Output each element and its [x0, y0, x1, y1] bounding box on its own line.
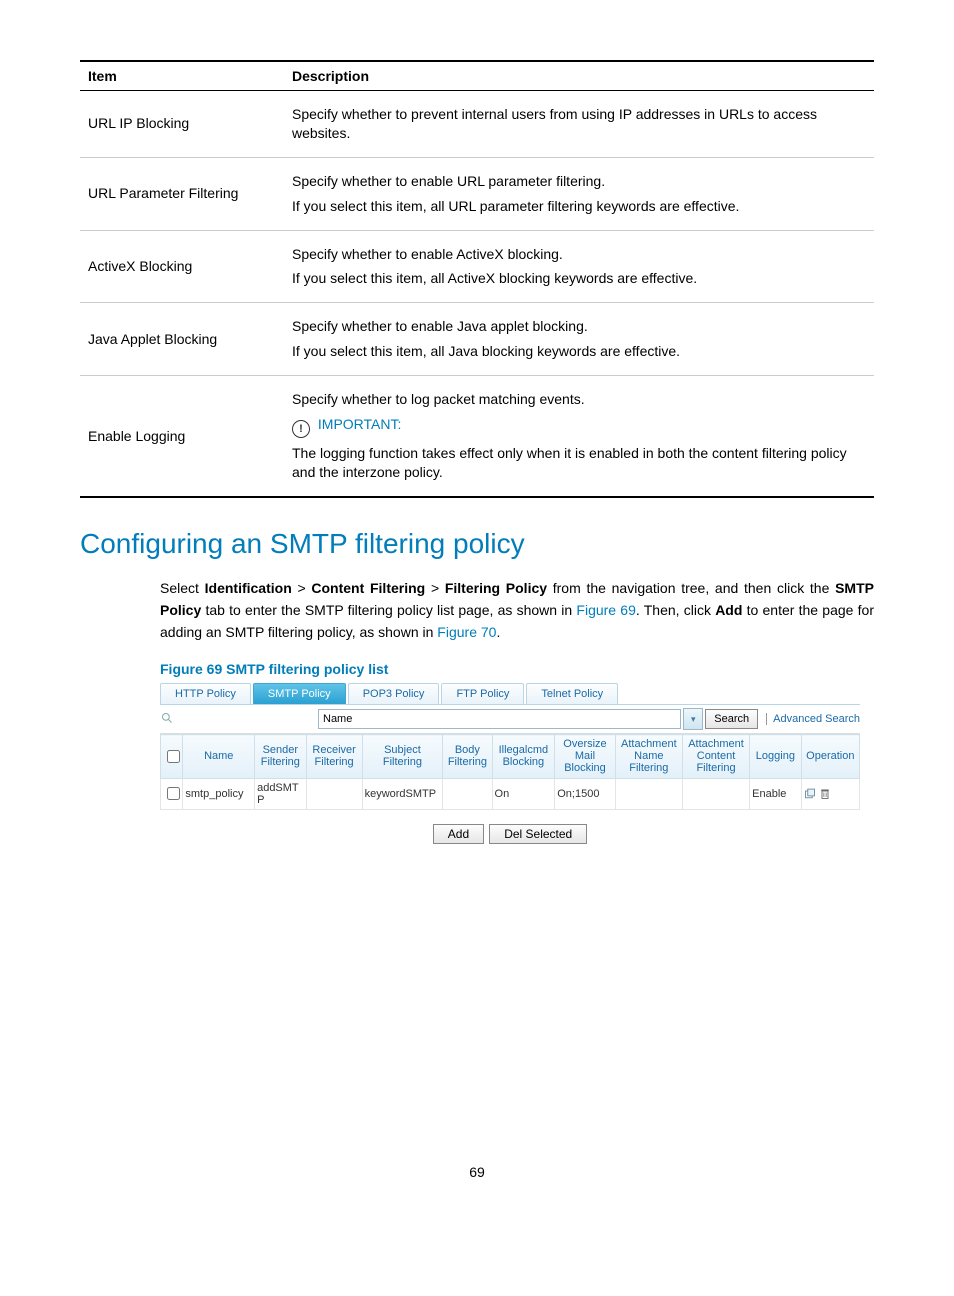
- table-desc-cell: Specify whether to enable URL parameter …: [284, 157, 874, 230]
- intro-paragraph: Select Identification > Content Filterin…: [80, 578, 874, 643]
- grid-header: Body Filtering: [443, 735, 492, 778]
- header-description: Description: [284, 61, 874, 91]
- search-button[interactable]: Search: [705, 709, 758, 729]
- table-item-cell: ActiveX Blocking: [80, 230, 284, 303]
- search-dropdown-icon[interactable]: ▾: [683, 708, 703, 730]
- figure-caption: Figure 69 SMTP filtering policy list: [160, 661, 874, 677]
- table-desc-cell: Specify whether to enable ActiveX blocki…: [284, 230, 874, 303]
- table-row: smtp_policy addSMTP keywordSMTP On On;15…: [161, 778, 860, 809]
- policy-tabbar: HTTP PolicySMTP PolicyPOP3 PolicyFTP Pol…: [160, 683, 860, 705]
- header-item: Item: [80, 61, 284, 91]
- figure-70-link[interactable]: Figure 70: [437, 624, 496, 640]
- operation-cell: [801, 778, 859, 809]
- search-icon: [160, 712, 174, 727]
- tab-ftp-policy[interactable]: FTP Policy: [441, 683, 524, 704]
- tab-smtp-policy[interactable]: SMTP Policy: [253, 683, 346, 704]
- grid-header: Attachment Content Filtering: [682, 735, 749, 778]
- grid-header: Logging: [750, 735, 802, 778]
- table-item-cell: URL IP Blocking: [80, 91, 284, 158]
- section-title: Configuring an SMTP filtering policy: [80, 528, 874, 560]
- delete-icon[interactable]: [819, 788, 831, 800]
- table-desc-cell: Specify whether to enable Java applet bl…: [284, 303, 874, 376]
- tab-telnet-policy[interactable]: Telnet Policy: [526, 683, 618, 704]
- select-all-checkbox[interactable]: [167, 750, 180, 763]
- figure-69-link[interactable]: Figure 69: [576, 602, 635, 618]
- grid-header: Illegalcmd Blocking: [492, 735, 555, 778]
- page-number: 69: [80, 1164, 874, 1180]
- del-selected-button[interactable]: Del Selected: [489, 824, 587, 844]
- grid-header: Operation: [801, 735, 859, 778]
- search-name-input[interactable]: [318, 709, 681, 729]
- row-checkbox[interactable]: [167, 787, 180, 800]
- important-icon: !: [292, 420, 310, 438]
- grid-header: Subject Filtering: [362, 735, 443, 778]
- grid-header: Attachment Name Filtering: [615, 735, 682, 778]
- grid-header: Name: [183, 735, 255, 778]
- table-desc-cell: Specify whether to prevent internal user…: [284, 91, 874, 158]
- grid-header: Receiver Filtering: [306, 735, 362, 778]
- table-item-cell: URL Parameter Filtering: [80, 157, 284, 230]
- grid-header: Oversize Mail Blocking: [555, 735, 615, 778]
- add-button[interactable]: Add: [433, 824, 484, 844]
- table-item-cell: Java Applet Blocking: [80, 303, 284, 376]
- grid-header: Sender Filtering: [255, 735, 307, 778]
- tab-http-policy[interactable]: HTTP Policy: [160, 683, 251, 704]
- tab-pop3-policy[interactable]: POP3 Policy: [348, 683, 440, 704]
- policy-grid: NameSender FilteringReceiver FilteringSu…: [160, 734, 860, 809]
- table-desc-cell: Specify whether to log packet matching e…: [284, 376, 874, 498]
- description-table: Item Description URL IP BlockingSpecify …: [80, 60, 874, 498]
- smtp-policy-screenshot: HTTP PolicySMTP PolicyPOP3 PolicyFTP Pol…: [160, 683, 860, 843]
- edit-icon[interactable]: [804, 788, 816, 800]
- table-item-cell: Enable Logging: [80, 376, 284, 498]
- advanced-search-link[interactable]: Advanced Search: [766, 713, 860, 725]
- search-bar: ▾ Search Advanced Search: [160, 705, 860, 734]
